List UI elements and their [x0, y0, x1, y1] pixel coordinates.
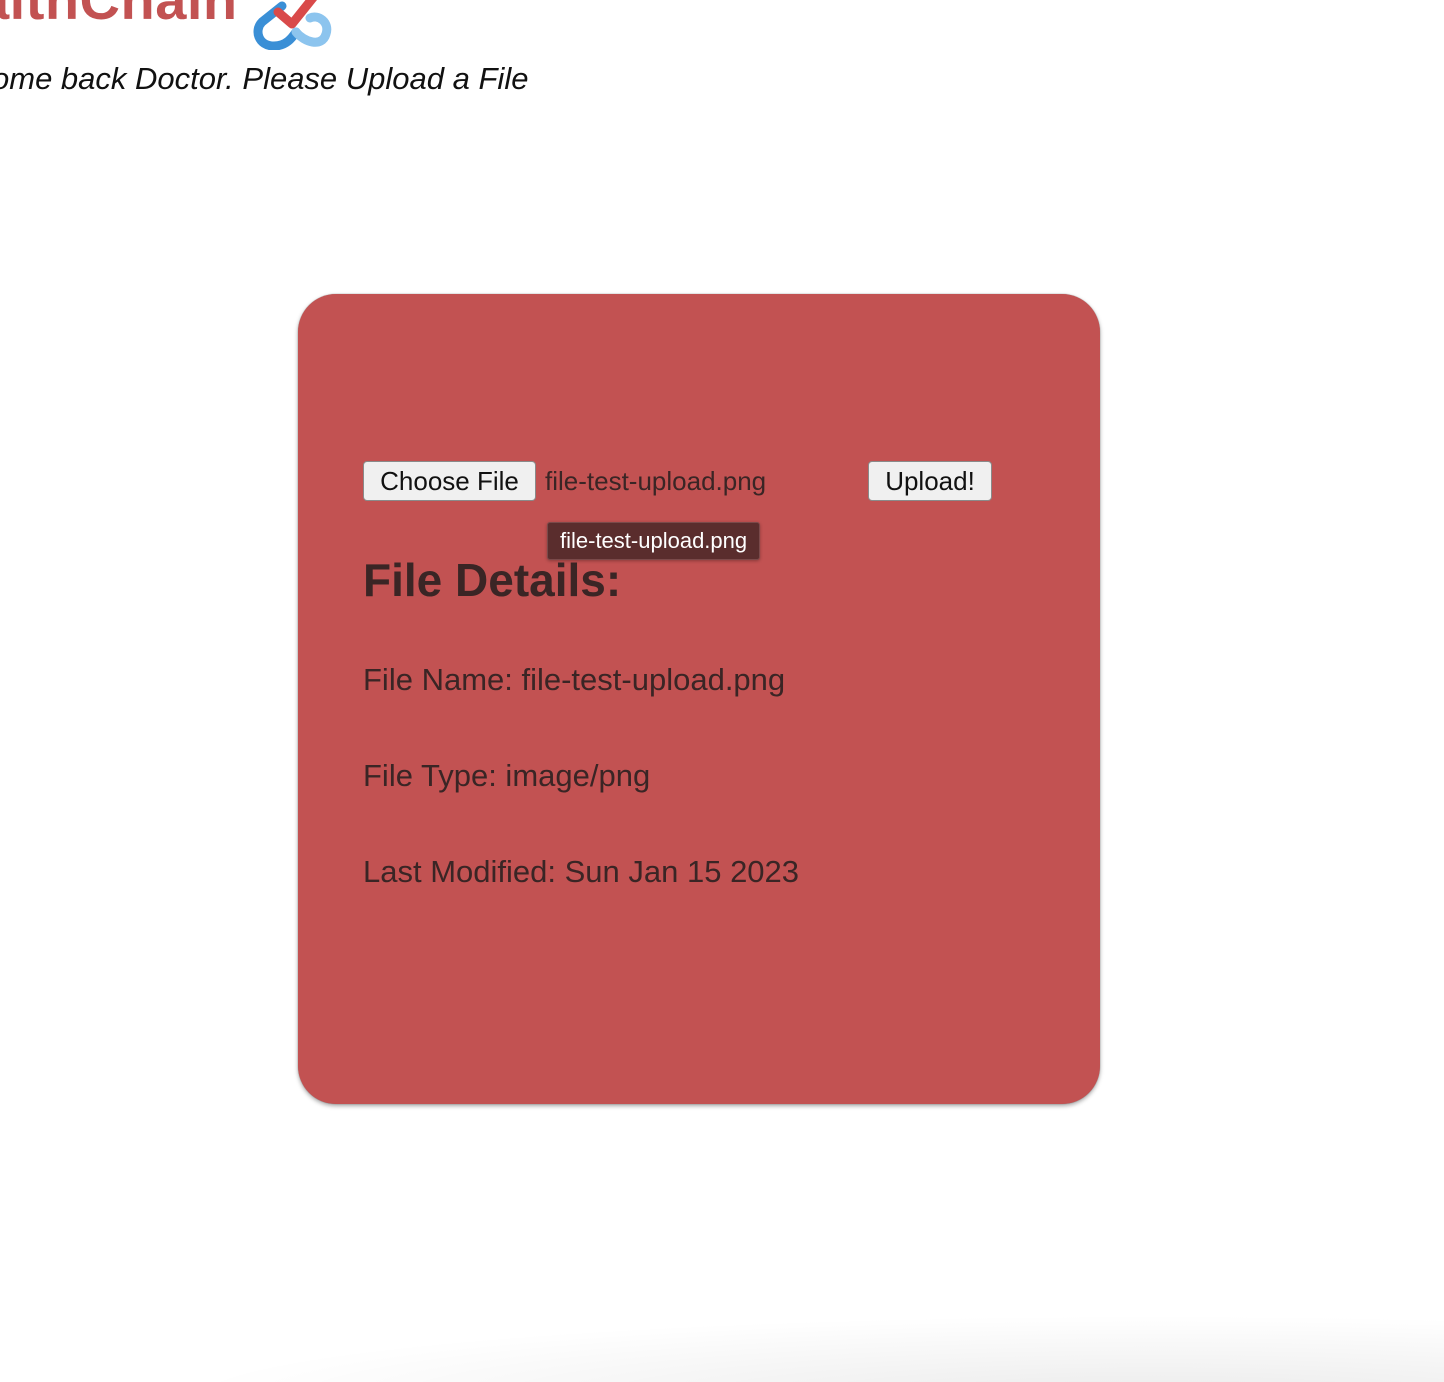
bottom-shadow [0, 1300, 1444, 1382]
chosen-file-name: file-test-upload.png [545, 466, 767, 496]
upload-card: Choose File file-test-upload.png Upload!… [298, 294, 1100, 1104]
brand-name: althChain [0, 0, 238, 32]
file-input-row: Choose File file-test-upload.png Upload! [363, 460, 1013, 502]
file-details-title: File Details: [363, 554, 622, 606]
page: althChain ome back Doctor. Please Upload… [0, 0, 1444, 1382]
file-name-detail: File Name: file-test-upload.png [363, 662, 786, 697]
file-type-detail: File Type: image/png [363, 758, 651, 793]
last-modified-detail: Last Modified: Sun Jan 15 2023 [363, 854, 800, 889]
brand-header: althChain [0, 0, 332, 50]
welcome-message: ome back Doctor. Please Upload a File [0, 61, 529, 96]
choose-file-button[interactable]: Choose File [363, 461, 536, 501]
file-name-tooltip: file-test-upload.png [547, 522, 761, 560]
upload-button[interactable]: Upload! [868, 461, 992, 501]
chain-check-logo-icon [253, 0, 331, 50]
